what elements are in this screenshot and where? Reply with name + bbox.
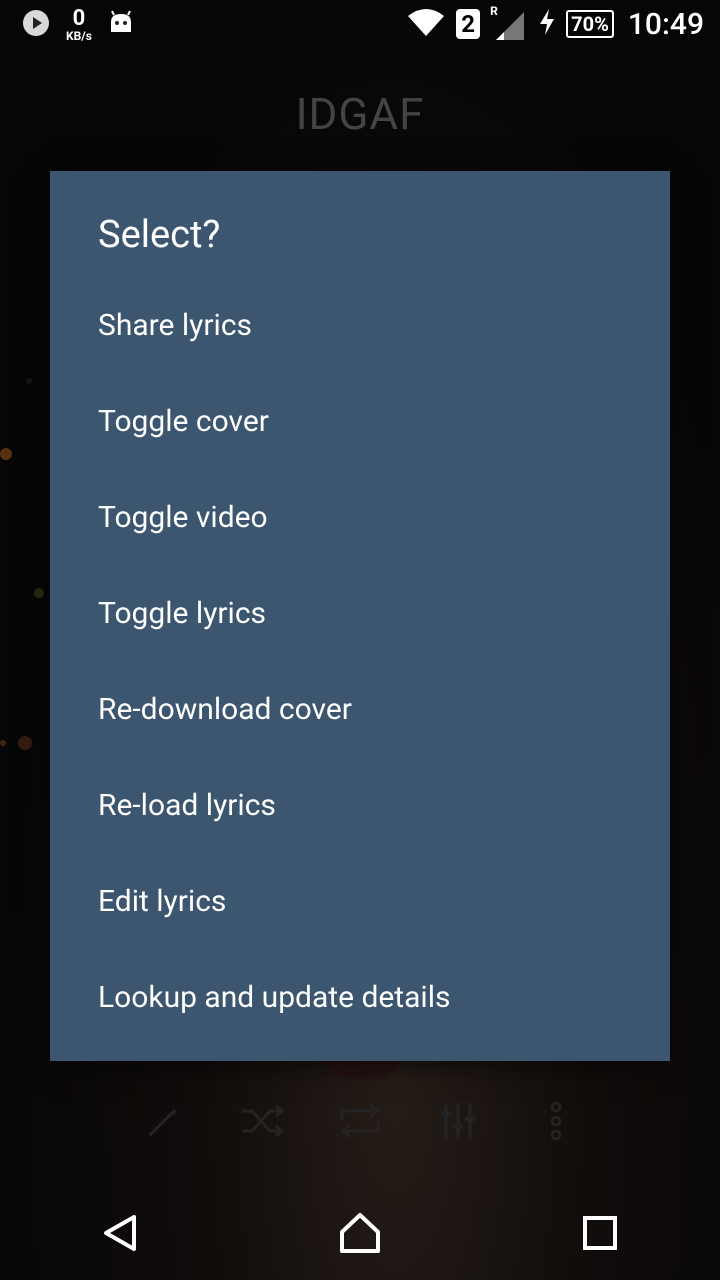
signal-icon: R bbox=[490, 4, 528, 42]
battery-icon: 70% bbox=[566, 10, 614, 38]
status-bar: 0 KB/s 2 R 70% 10:49 bbox=[0, 0, 720, 48]
dialog-title: Select? bbox=[98, 213, 221, 257]
menu-item-share-lyrics[interactable]: Share lyrics bbox=[50, 277, 670, 373]
home-icon[interactable] bbox=[310, 1186, 410, 1280]
net-speed-unit: KB/s bbox=[66, 29, 92, 43]
play-icon bbox=[22, 9, 50, 41]
menu-item-redownload-cover[interactable]: Re-download cover bbox=[50, 661, 670, 757]
wifi-icon bbox=[406, 6, 446, 42]
back-icon[interactable] bbox=[70, 1186, 170, 1280]
navigation-bar bbox=[0, 1186, 720, 1280]
clock: 10:49 bbox=[627, 6, 704, 42]
menu-item-toggle-cover[interactable]: Toggle cover bbox=[50, 373, 670, 469]
net-speed-value: 0 bbox=[72, 6, 86, 31]
menu-item-reload-lyrics[interactable]: Re-load lyrics bbox=[50, 757, 670, 853]
charging-icon bbox=[538, 8, 556, 40]
android-icon bbox=[108, 10, 134, 40]
dialog-menu-list: Share lyrics Toggle cover Toggle video T… bbox=[50, 277, 670, 1045]
menu-item-toggle-video[interactable]: Toggle video bbox=[50, 469, 670, 565]
select-dialog: Select? Share lyrics Toggle cover Toggle… bbox=[50, 171, 670, 1061]
menu-item-toggle-lyrics[interactable]: Toggle lyrics bbox=[50, 565, 670, 661]
sim-slot-badge: 2 bbox=[456, 9, 481, 39]
net-speed: 0 KB/s bbox=[66, 6, 92, 43]
recents-icon[interactable] bbox=[550, 1186, 650, 1280]
menu-item-lookup-update-details[interactable]: Lookup and update details bbox=[50, 949, 670, 1045]
menu-item-edit-lyrics[interactable]: Edit lyrics bbox=[50, 853, 670, 949]
